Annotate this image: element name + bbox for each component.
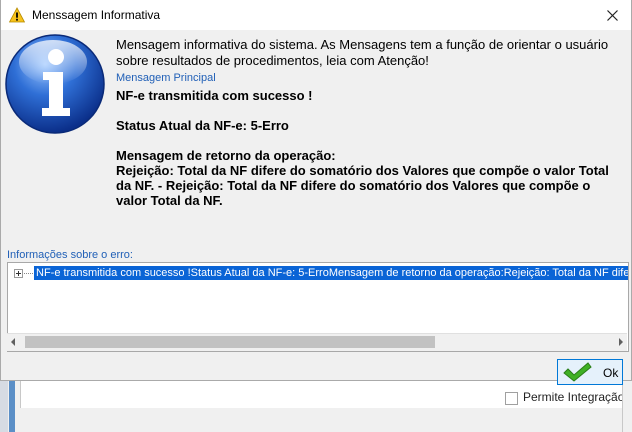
warning-icon xyxy=(9,7,25,23)
check-icon xyxy=(563,362,592,382)
ok-button-label: Ok xyxy=(603,366,619,380)
scroll-thumb[interactable] xyxy=(25,336,435,348)
tree-item-text[interactable]: NF-e transmitida com sucesso !Status Atu… xyxy=(34,266,628,280)
intro-text: Mensagem informativa do sistema. As Mens… xyxy=(116,37,609,68)
main-message-label: Mensagem Principal xyxy=(116,72,216,84)
horizontal-scrollbar[interactable] xyxy=(7,333,627,351)
title-bar[interactable]: Menssagem Informativa xyxy=(1,0,631,30)
expand-icon[interactable] xyxy=(14,269,23,278)
message-dialog: Menssagem Informativa Mensagem informati… xyxy=(0,0,632,381)
scroll-left-icon[interactable] xyxy=(11,338,15,346)
background-sidebar-accent xyxy=(9,380,15,432)
tree-connector xyxy=(24,273,33,274)
window-title: Menssagem Informativa xyxy=(32,8,161,22)
status-message: Status Atual da NF-e: 5-Erro xyxy=(116,118,289,133)
close-icon xyxy=(606,9,618,21)
info-icon xyxy=(5,34,105,134)
background-sidebar xyxy=(0,380,8,432)
background-right-edge xyxy=(622,380,632,432)
ok-button[interactable]: Ok xyxy=(557,359,623,385)
scroll-right-icon[interactable] xyxy=(619,338,623,346)
permite-integracao-label: Permite Integração xyxy=(523,390,625,404)
error-info-label: Informações sobre o erro: xyxy=(7,249,133,261)
close-button[interactable] xyxy=(593,0,631,30)
permite-integracao-checkbox[interactable] xyxy=(505,392,518,405)
return-message-title: Mensagem de retorno da operação: xyxy=(116,148,336,163)
main-message-line: NF-e transmitida com sucesso ! xyxy=(116,88,313,103)
return-message-body: Rejeição: Total da NF difere do somatóri… xyxy=(116,163,609,208)
